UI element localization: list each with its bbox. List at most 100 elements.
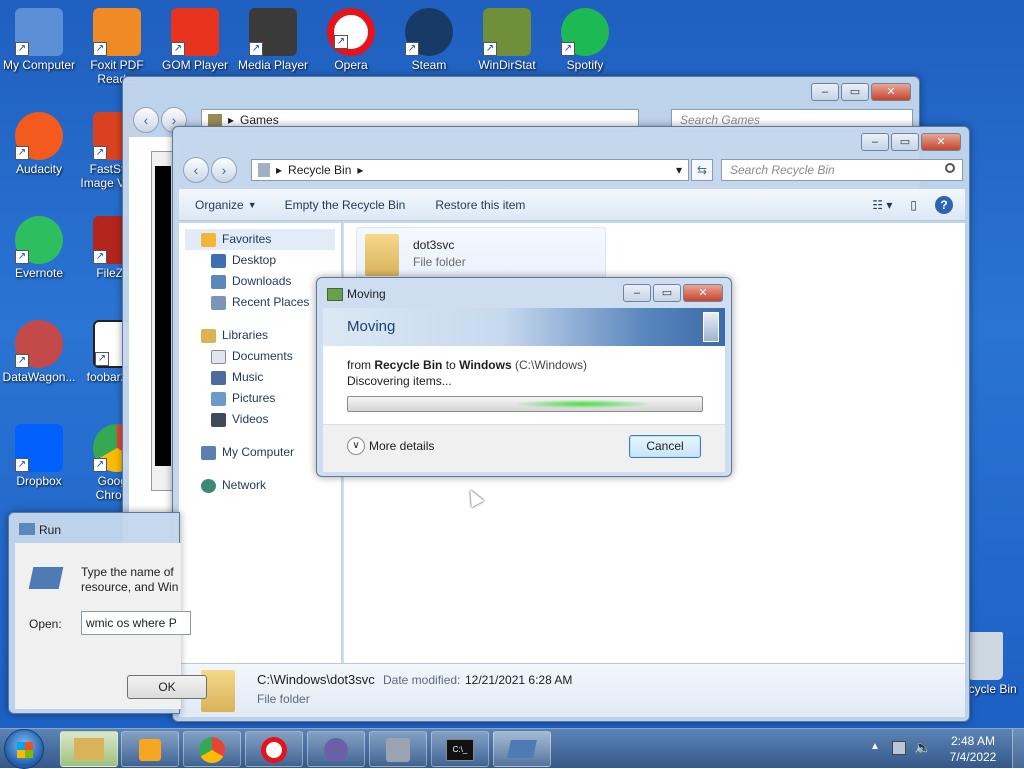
nav-favorites[interactable]: Favorites bbox=[185, 229, 335, 250]
taskbar-chrome[interactable] bbox=[183, 731, 241, 767]
desktop-icon-opera[interactable]: ↗ Opera bbox=[312, 8, 390, 72]
taskbar-command-prompt[interactable]: C:\_ bbox=[431, 731, 489, 767]
desktop-icon-audacity[interactable]: ↗ Audacity bbox=[0, 112, 78, 176]
music-icon bbox=[211, 370, 226, 385]
empty-recycle-bin-button[interactable]: Empty the Recycle Bin bbox=[285, 198, 406, 212]
desktop-icon-windirstat[interactable]: ↗ WinDirStat bbox=[468, 8, 546, 72]
preview-pane-icon[interactable]: ▯ bbox=[910, 198, 917, 212]
tray-overflow-icon[interactable]: ▲ bbox=[870, 741, 880, 752]
recycle-search-input[interactable]: Search Recycle Bin bbox=[721, 159, 963, 181]
close-button[interactable]: ✕ bbox=[871, 83, 911, 101]
run-open-input[interactable]: wmic os where P bbox=[81, 611, 191, 635]
taskbar-explorer[interactable] bbox=[60, 731, 118, 767]
search-icon bbox=[945, 163, 955, 173]
moving-dialog[interactable]: Moving – ▭ ✕ Moving from Recycle Bin to … bbox=[316, 277, 732, 477]
nav-desktop[interactable]: Desktop bbox=[185, 250, 335, 271]
restore-item-button[interactable]: Restore this item bbox=[435, 198, 525, 212]
taskbar-run[interactable] bbox=[493, 731, 551, 767]
icon-label: Spotify bbox=[566, 58, 604, 72]
taskbar-opera[interactable] bbox=[245, 731, 303, 767]
desktop-icon-dropbox[interactable]: ↗ Dropbox bbox=[0, 424, 78, 488]
computer-icon bbox=[201, 445, 216, 460]
address-dropdown-icon[interactable]: ▾ bbox=[676, 163, 682, 177]
dropbox-icon: ↗ bbox=[15, 424, 63, 472]
details-path: C:\Windows\dot3svc bbox=[257, 672, 375, 687]
volume-tray-icon[interactable]: 🔈 bbox=[914, 739, 931, 756]
breadcrumb-games[interactable]: Games bbox=[240, 113, 279, 127]
show-desktop-button[interactable] bbox=[1012, 729, 1024, 769]
maximize-button[interactable]: ▭ bbox=[891, 133, 919, 151]
moving-title-icon bbox=[327, 288, 343, 301]
desktop-icon-spotify[interactable]: ↗ Spotify bbox=[546, 8, 624, 72]
recent-places-icon bbox=[211, 295, 226, 310]
desktop-icon bbox=[211, 253, 226, 268]
run-dialog[interactable]: Run Type the name of resource, and Win O… bbox=[8, 512, 207, 714]
details-pane: C:\Windows\dot3svc Date modified: 12/21/… bbox=[179, 663, 965, 717]
run-ok-button[interactable]: OK bbox=[127, 675, 207, 699]
icon-label: Dropbox bbox=[16, 474, 62, 488]
view-options-icon[interactable]: ☷ ▾ bbox=[872, 198, 892, 212]
nav-pictures[interactable]: Pictures bbox=[185, 388, 335, 409]
windows-logo-icon bbox=[17, 742, 33, 758]
move-destination: Windows bbox=[459, 358, 512, 372]
icon-label: Audacity bbox=[15, 162, 63, 176]
forward-button[interactable]: › bbox=[211, 157, 237, 183]
desktop-icon-steam[interactable]: ↗ Steam bbox=[390, 8, 468, 72]
run-body: Type the name of resource, and Win Open:… bbox=[15, 543, 207, 709]
clock[interactable]: 2:48 AM 7/4/2022 bbox=[940, 733, 1006, 765]
desktop-icon-evernote[interactable]: ↗ Evernote bbox=[0, 216, 78, 280]
taskbar-tools[interactable] bbox=[369, 731, 427, 767]
close-button[interactable]: ✕ bbox=[921, 133, 961, 151]
desktop-icon-media-player[interactable]: ↗ Media Player bbox=[234, 8, 312, 72]
minimize-button[interactable]: – bbox=[811, 83, 839, 101]
minimize-button[interactable]: – bbox=[861, 133, 889, 151]
file-name: dot3svc bbox=[413, 238, 455, 252]
maximize-button[interactable]: ▭ bbox=[841, 83, 869, 101]
desktop: ↗ My Computer ↗ Foxit PDF Reader ↗ GOM P… bbox=[0, 0, 1024, 728]
details-date-value: 12/21/2021 6:28 AM bbox=[465, 673, 573, 687]
move-source: Recycle Bin bbox=[374, 358, 443, 372]
nav-videos[interactable]: Videos bbox=[185, 409, 335, 430]
desktop-icon-my-computer[interactable]: ↗ My Computer bbox=[0, 8, 78, 72]
network-tray-icon[interactable] bbox=[892, 741, 906, 755]
nav-recent-places[interactable]: Recent Places bbox=[185, 292, 335, 313]
back-button[interactable]: ‹ bbox=[133, 107, 159, 133]
cancel-button[interactable]: Cancel bbox=[629, 435, 701, 458]
icon-label: Opera bbox=[334, 58, 368, 72]
desktop-icon-gom[interactable]: ↗ GOM Player bbox=[156, 8, 234, 72]
organize-menu[interactable]: Organize bbox=[195, 198, 244, 212]
file-item-dot3svc[interactable]: dot3svc File folder bbox=[356, 227, 606, 281]
nav-documents[interactable]: Documents bbox=[185, 346, 335, 367]
close-button[interactable]: ✕ bbox=[683, 284, 723, 302]
recycle-address-bar[interactable]: ▸ Recycle Bin ▸ ▾ bbox=[251, 159, 689, 181]
icon-label: DataWagon... bbox=[2, 370, 76, 384]
spotify-icon: ↗ bbox=[561, 8, 609, 56]
spider-icon bbox=[324, 738, 348, 762]
downloads-icon bbox=[211, 274, 226, 289]
maximize-button[interactable]: ▭ bbox=[653, 284, 681, 302]
desktop-icon-datawagon[interactable]: ↗ DataWagon... bbox=[0, 320, 78, 384]
more-details-toggle[interactable]: ∨ More details bbox=[347, 437, 434, 455]
help-icon[interactable]: ? bbox=[935, 195, 953, 214]
back-button[interactable]: ‹ bbox=[183, 157, 209, 183]
run-description: Type the name of resource, and Win bbox=[81, 565, 179, 594]
nav-music[interactable]: Music bbox=[185, 367, 335, 388]
videos-icon bbox=[211, 412, 226, 427]
windirstat-icon: ↗ bbox=[483, 8, 531, 56]
nav-libraries[interactable]: Libraries bbox=[185, 325, 335, 346]
moving-status: Discovering items... bbox=[347, 374, 452, 388]
desktop-icon-foxit[interactable]: ↗ Foxit PDF Reader bbox=[78, 8, 156, 86]
games-caption-buttons: – ▭ ✕ bbox=[811, 83, 911, 101]
refresh-button[interactable]: ⇆ bbox=[691, 159, 713, 181]
minimize-button[interactable]: – bbox=[623, 284, 651, 302]
tools-icon bbox=[386, 738, 410, 762]
taskbar-spider-app[interactable] bbox=[307, 731, 365, 767]
nav-downloads[interactable]: Downloads bbox=[185, 271, 335, 292]
taskbar-media-player[interactable] bbox=[121, 731, 179, 767]
nav-network[interactable]: Network bbox=[185, 475, 335, 496]
start-button[interactable] bbox=[4, 729, 44, 769]
breadcrumb-recycle-bin[interactable]: Recycle Bin bbox=[288, 163, 351, 177]
foxit-pdf-icon: ↗ bbox=[93, 8, 141, 56]
nav-my-computer[interactable]: My Computer bbox=[185, 442, 335, 463]
documents-icon bbox=[211, 349, 226, 364]
